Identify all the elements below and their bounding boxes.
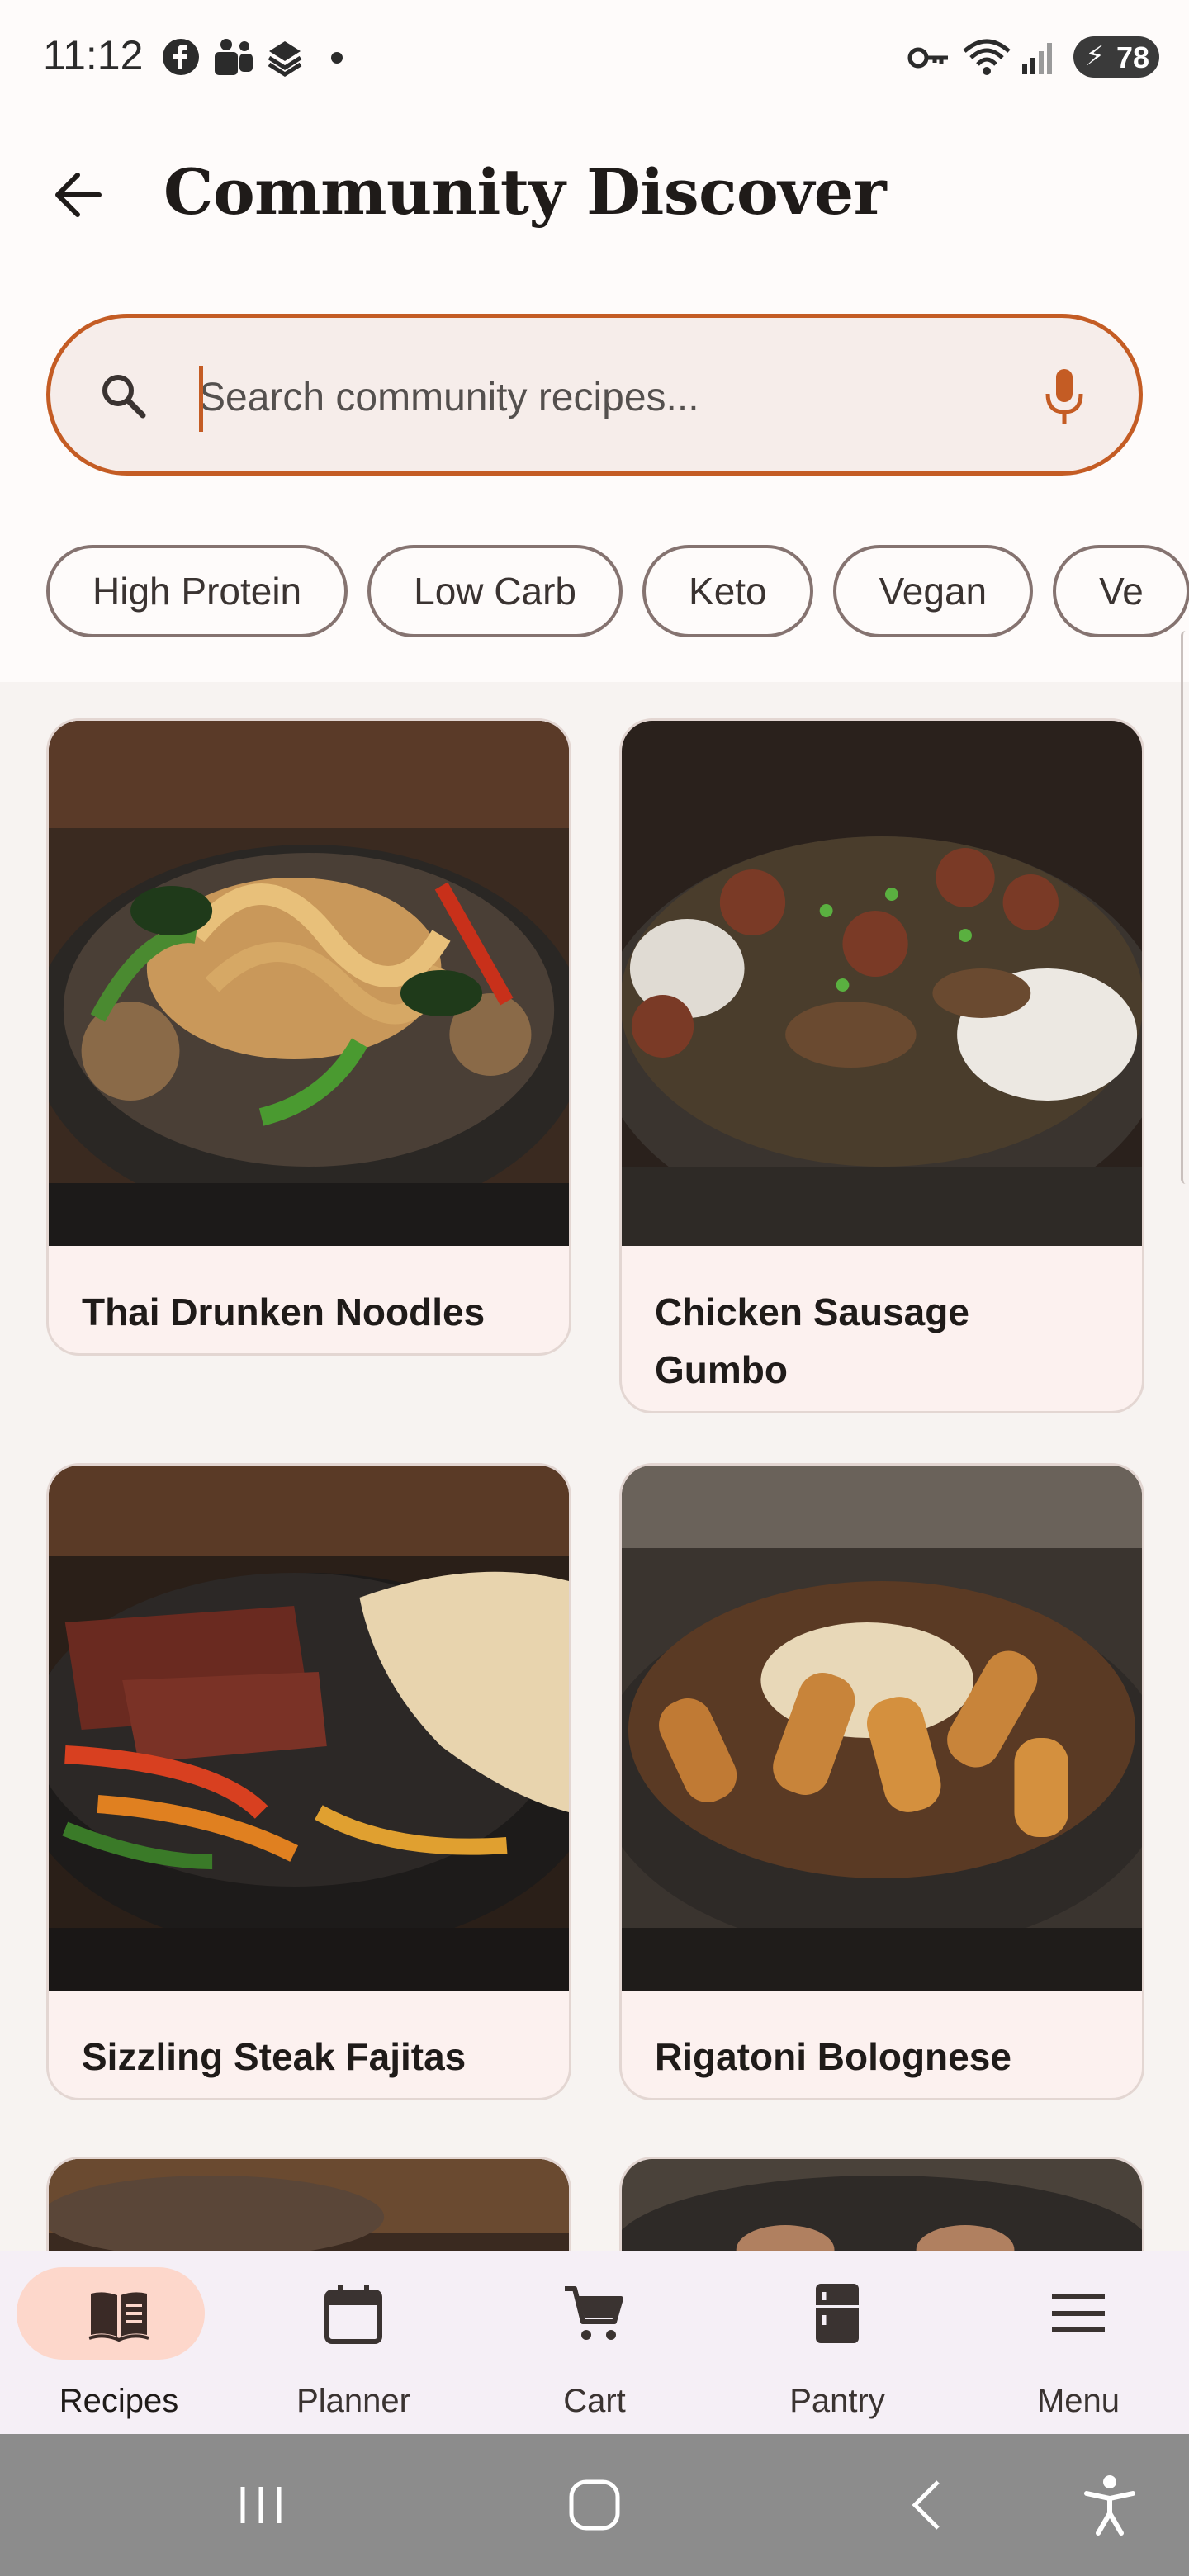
cart-icon: [565, 2286, 623, 2340]
recipe-grid: Thai Drunken Noodles Chicken Sausage Gum…: [0, 682, 1189, 2251]
status-time: 11:12: [43, 32, 144, 78]
calendar-icon: [324, 2285, 382, 2344]
recipe-card-partial[interactable]: [46, 2157, 571, 2251]
recipe-title: Chicken Sausage Gumbo: [655, 1290, 969, 1391]
community-discover-screen: 11:12 ⚡ 78 Community Discover Search com…: [0, 0, 1189, 2576]
nav-label: Pantry: [789, 2383, 885, 2419]
nav-label: Planner: [296, 2383, 410, 2419]
status-bar: 11:12 ⚡ 78: [0, 0, 1189, 112]
wifi-icon: [963, 39, 1011, 75]
back-arrow-icon[interactable]: [46, 160, 116, 230]
text-caret: [199, 366, 203, 432]
stack-icon: [268, 41, 302, 77]
search-icon: [102, 375, 146, 419]
recipe-image: [622, 721, 1142, 1246]
nav-cart[interactable]: Cart: [492, 2267, 697, 2424]
recipe-image: [49, 2159, 569, 2251]
signal-icon: [1022, 43, 1052, 74]
recipe-image: [622, 1466, 1142, 1991]
recipe-card[interactable]: Sizzling Steak Fajitas: [46, 1463, 571, 2100]
chip-high-protein[interactable]: High Protein: [46, 545, 348, 637]
recipe-title: Thai Drunken Noodles: [82, 1290, 486, 1333]
recipe-card[interactable]: Thai Drunken Noodles: [46, 718, 571, 1356]
recipe-image: [49, 1466, 569, 1991]
recipe-image: [49, 721, 569, 1246]
chip-partial[interactable]: Ve: [1053, 545, 1189, 637]
nav-label: Menu: [1036, 2383, 1120, 2419]
nav-label: Cart: [563, 2383, 626, 2419]
nav-recipes[interactable]: Recipes: [17, 2267, 221, 2424]
nav-menu[interactable]: Menu: [976, 2267, 1181, 2424]
chip-keto[interactable]: Keto: [642, 545, 813, 637]
page-title: Community Discover: [163, 155, 887, 229]
dot-icon: [331, 52, 343, 64]
scrollbar[interactable]: [1181, 631, 1189, 1184]
nav-label: Recipes: [59, 2383, 179, 2419]
chip-low-carb[interactable]: Low Carb: [367, 545, 623, 637]
teams-icon: [215, 39, 253, 75]
recipe-card[interactable]: Rigatoni Bolognese: [619, 1463, 1144, 2100]
book-icon: [88, 2292, 149, 2342]
microphone-icon[interactable]: [1040, 366, 1089, 427]
nav-pantry[interactable]: Pantry: [735, 2267, 940, 2424]
search-input[interactable]: [199, 356, 1008, 438]
facebook-icon: [163, 39, 199, 75]
nav-planner[interactable]: Planner: [251, 2267, 456, 2424]
chip-vegan[interactable]: Vegan: [832, 545, 1034, 637]
fridge-icon: [816, 2284, 859, 2343]
system-navigation-bar: [0, 2434, 1189, 2576]
recipe-image: [622, 2159, 1142, 2251]
search-bar[interactable]: [46, 314, 1143, 476]
recipe-title: Sizzling Steak Fajitas: [82, 2035, 467, 2078]
battery-icon: ⚡ 78: [1073, 36, 1159, 78]
system-back-icon[interactable]: [893, 2470, 963, 2540]
accessibility-icon[interactable]: [1075, 2470, 1144, 2540]
filter-chips: High Protein Low Carb Keto Vegan Ve: [46, 545, 1189, 637]
recipe-title: Rigatoni Bolognese: [655, 2035, 1011, 2078]
hamburger-menu-icon: [1052, 2294, 1105, 2332]
battery-level: 78: [1116, 40, 1149, 74]
recipe-card-partial[interactable]: [619, 2157, 1144, 2251]
recent-apps-icon[interactable]: [226, 2470, 296, 2540]
bottom-navigation: Recipes Planner Cart Pantry Menu: [0, 2251, 1189, 2434]
home-icon[interactable]: [560, 2470, 629, 2540]
key-icon: [907, 47, 948, 69]
recipe-card[interactable]: Chicken Sausage Gumbo: [619, 718, 1144, 1413]
